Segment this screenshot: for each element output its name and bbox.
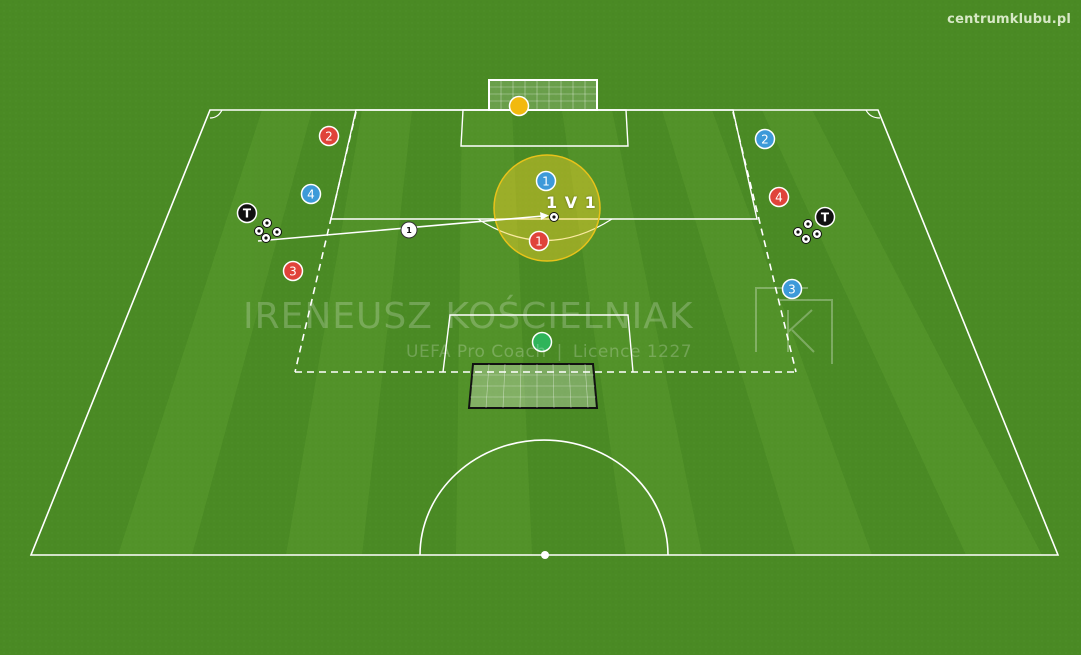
top-goal xyxy=(488,79,598,111)
red-player-marker: 3 xyxy=(282,260,304,282)
duel-zone-label: 1 V 1 xyxy=(546,193,597,212)
player-number: 4 xyxy=(775,191,783,205)
player-number: 1 xyxy=(535,235,543,249)
blue-player-marker: 1 xyxy=(535,170,557,192)
coach-label: T xyxy=(243,207,252,221)
player-number: 3 xyxy=(289,265,297,279)
player-number: 4 xyxy=(307,188,315,202)
watermark-licence: Licence 1227 xyxy=(572,342,693,362)
red-player-marker: 4 xyxy=(768,186,790,208)
soccer-ball-icon xyxy=(549,212,559,222)
watermark-role: UEFA Pro Coach xyxy=(406,342,547,362)
pass-number: 1 xyxy=(406,226,412,235)
blue-player-marker: 4 xyxy=(300,183,322,205)
blue-player-marker: 3 xyxy=(781,278,803,300)
goalkeeper-marker xyxy=(508,95,530,117)
player-number: 2 xyxy=(761,133,769,147)
watermark-subtitle: UEFA Pro Coach | Licence 1227 xyxy=(406,342,692,362)
coach-marker: T xyxy=(814,206,836,228)
player-number: 2 xyxy=(325,130,333,144)
coach-marker: T xyxy=(236,202,258,224)
site-label[interactable]: centrumklubu.pl xyxy=(947,12,1071,27)
red-player-marker: 2 xyxy=(318,125,340,147)
goal-icon xyxy=(467,363,599,409)
red-player-marker: 1 xyxy=(528,230,550,252)
watermark-separator: | xyxy=(556,342,563,362)
coach-label: T xyxy=(821,211,830,225)
blue-player-marker: 2 xyxy=(754,128,776,150)
player-number: 1 xyxy=(542,175,550,189)
pass-marker: 1 xyxy=(400,221,418,239)
centre-spot xyxy=(541,551,549,559)
watermark-name: IRENEUSZ KOŚCIELNIAK xyxy=(243,296,694,337)
drill-diagram: 1 T T 1 2 3 4 1 4 2 3 IRENEUSZ KOŚCIELNI… xyxy=(0,0,1081,655)
player-number: 3 xyxy=(788,283,796,297)
